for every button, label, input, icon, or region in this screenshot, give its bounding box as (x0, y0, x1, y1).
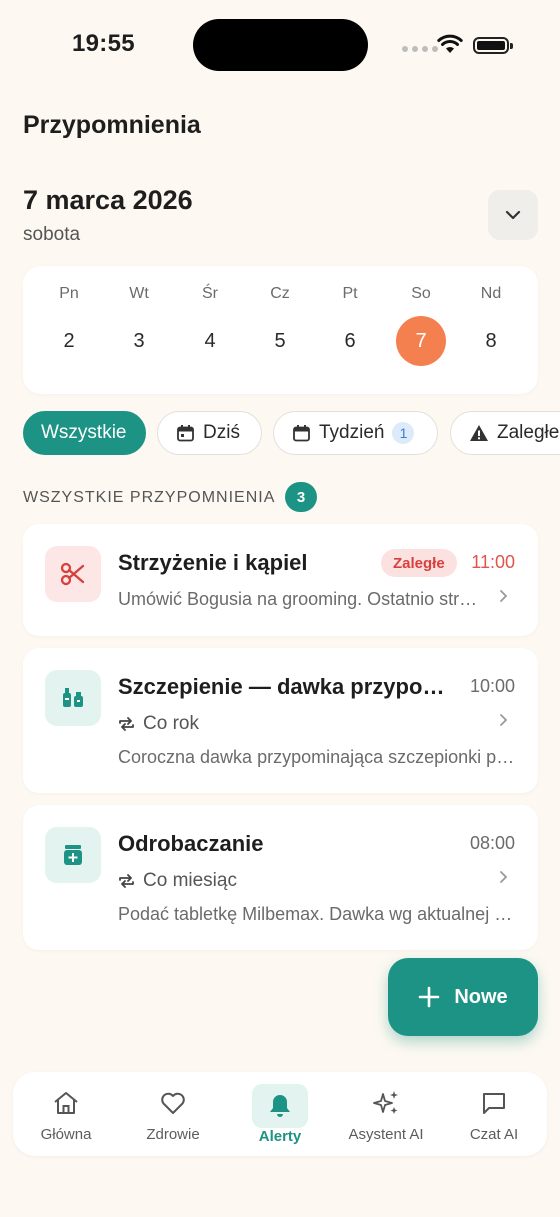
reminder-card[interactable]: Odrobaczanie 08:00 Co miesiąc Podać tabl… (23, 805, 538, 950)
heart-icon (145, 1087, 201, 1119)
reminder-description: Podać tabletkę Milbemax. Dawka wg aktual… (118, 904, 518, 924)
reminder-repeat: Co miesiąc (118, 870, 237, 892)
filter-overdue-label: Zaległe (497, 422, 560, 443)
calendar-dow: Nd (480, 285, 502, 302)
reminders-screen: 19:55 Przypomnienia 7 marca 2026 sobota … (0, 0, 560, 1217)
calendar-date: 4 (204, 329, 216, 352)
dynamic-island (193, 19, 368, 71)
calendar-dow: Pn (59, 285, 79, 302)
calendar-dow: Wt (129, 285, 149, 302)
filter-week-count: 1 (392, 422, 415, 444)
selected-weekday: sobota (23, 224, 81, 245)
calendar-day-tue[interactable]: Wt 3 (111, 266, 167, 394)
calendar-date: 8 (485, 329, 497, 352)
battery-icon (473, 37, 513, 54)
chevron-right-icon (499, 713, 508, 732)
plus-icon (419, 986, 440, 1008)
reminder-card[interactable]: Strzyżenie i kąpiel Zaległe 11:00 Umówić… (23, 524, 538, 636)
reminder-time: 10:00 (469, 676, 515, 696)
chat-icon (466, 1087, 522, 1119)
nav-health[interactable]: Zdrowie (120, 1072, 226, 1156)
filter-all-chip[interactable]: Wszystkie (23, 411, 146, 455)
calendar-date: 5 (274, 329, 286, 352)
reminder-repeat-label: Co miesiąc (143, 870, 237, 891)
calendar-date: 2 (63, 329, 75, 352)
calendar-dow: So (411, 285, 431, 302)
bottom-navigation: Główna Zdrowie Alerty Asystent AI Czat A… (13, 1072, 547, 1156)
calendar-day-wed[interactable]: Śr 4 (182, 266, 238, 394)
status-time: 19:55 (72, 30, 135, 57)
reminder-card[interactable]: Szczepienie — dawka przypominająca 10:00… (23, 648, 538, 793)
calendar-day-fri[interactable]: Pt 6 (322, 266, 378, 394)
reminder-title: Szczepienie — dawka przypominająca (118, 674, 463, 699)
reminder-repeat: Co rok (118, 713, 199, 735)
signal-icon (402, 46, 438, 52)
section-title: WSZYSTKIE PRZYPOMNIENIA (23, 489, 276, 506)
warning-icon (469, 424, 489, 442)
chevron-down-icon (505, 210, 521, 220)
vaccine-icon (45, 670, 101, 726)
medicine-icon (45, 827, 101, 883)
expand-calendar-button[interactable] (488, 190, 538, 240)
calendar-day-thu[interactable]: Cz 5 (252, 266, 308, 394)
calendar-dow: Śr (202, 285, 218, 302)
nav-assistant[interactable]: Asystent AI (333, 1072, 439, 1156)
filter-today-chip[interactable]: Dziś (157, 411, 262, 455)
scissors-icon (45, 546, 101, 602)
nav-chat[interactable]: Czat AI (441, 1072, 547, 1156)
calendar-icon (176, 424, 195, 443)
calendar-week-icon (292, 424, 311, 443)
calendar-date-selected: 7 (396, 316, 446, 366)
selected-date: 7 marca 2026 (23, 185, 193, 215)
nav-chat-label: Czat AI (469, 1126, 519, 1143)
nav-alerts-label: Alerty (258, 1128, 302, 1145)
reminder-title: Odrobaczanie (118, 831, 264, 856)
filter-chips: Wszystkie Dziś Tydzień 1 Zaległe (23, 411, 560, 455)
home-icon (38, 1087, 94, 1119)
repeat-icon (119, 717, 134, 731)
new-reminder-label: Nowe (454, 985, 508, 1008)
reminder-repeat-label: Co rok (143, 713, 199, 734)
nav-assistant-label: Asystent AI (348, 1126, 424, 1143)
calendar-dow: Cz (270, 285, 290, 302)
nav-home-label: Główna (40, 1126, 92, 1143)
filter-today-label: Dziś (203, 422, 240, 443)
reminder-time: 11:00 (471, 552, 515, 572)
reminder-description: Coroczna dawka przypominająca szczepionk… (118, 747, 518, 767)
bell-icon (252, 1084, 308, 1128)
reminder-title: Strzyżenie i kąpiel (118, 550, 308, 575)
calendar-dow: Pt (342, 285, 358, 302)
calendar-day-mon[interactable]: Pn 2 (41, 266, 97, 394)
reminder-time: 08:00 (469, 833, 515, 853)
sparkles-icon (358, 1087, 414, 1119)
nav-alerts[interactable]: Alerty (227, 1072, 333, 1156)
nav-home[interactable]: Główna (13, 1072, 119, 1156)
filter-all-label: Wszystkie (41, 422, 127, 443)
filter-week-label: Tydzień (319, 422, 385, 443)
chevron-right-icon (499, 870, 508, 889)
chevron-right-icon (499, 589, 508, 608)
calendar-date: 6 (344, 329, 356, 352)
new-reminder-button[interactable]: Nowe (388, 958, 538, 1036)
filter-week-chip[interactable]: Tydzień 1 (273, 411, 438, 455)
page-title: Przypomnienia (23, 111, 201, 139)
filter-overdue-chip[interactable]: Zaległe (450, 411, 560, 455)
calendar-day-sun[interactable]: Nd 8 (463, 266, 519, 394)
calendar-day-sat[interactable]: So 7 (393, 266, 449, 394)
overdue-badge: Zaległe (381, 549, 457, 577)
nav-health-label: Zdrowie (146, 1126, 200, 1143)
reminder-description: Umówić Bogusia na grooming. Ostatnio str… (118, 589, 478, 609)
section-count-badge: 3 (285, 482, 317, 512)
repeat-icon (119, 874, 134, 888)
wifi-icon (437, 34, 463, 59)
calendar-date: 3 (133, 329, 145, 352)
week-calendar: Pn 2 Wt 3 Śr 4 Cz 5 Pt 6 So 7 Nd 8 (23, 266, 538, 394)
